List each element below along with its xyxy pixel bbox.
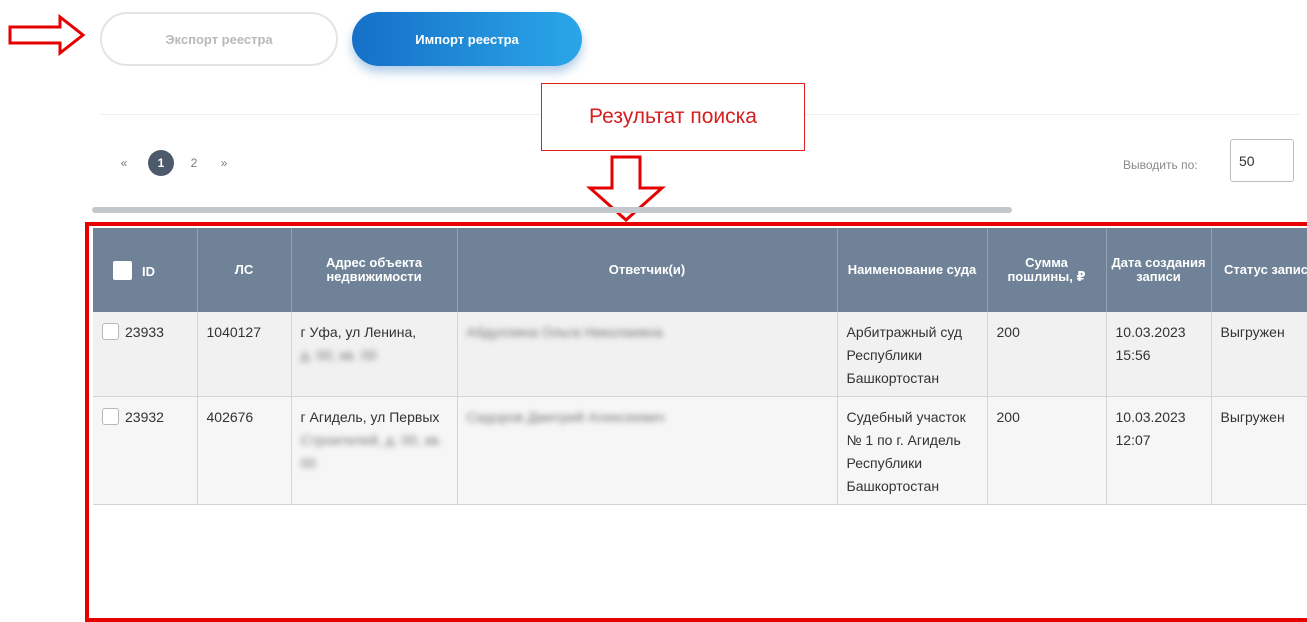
- created-date: 10.03.2023: [1115, 324, 1186, 340]
- address-redacted: д. 00, кв. 00: [300, 347, 377, 363]
- pagination-prev[interactable]: «: [114, 156, 134, 170]
- column-header-fee: Сумма пошлины, ₽: [987, 228, 1107, 312]
- cell-fee: 200: [987, 396, 1107, 505]
- per-page-input[interactable]: [1230, 139, 1294, 182]
- cell-respondent: Абдуллина Ольга Николаевна: [457, 312, 838, 397]
- annotation-arrow-down-icon: [586, 155, 666, 223]
- column-header-respondent: Ответчик(и): [457, 228, 838, 312]
- cell-id: 23933: [93, 312, 198, 397]
- column-header-created: Дата создания записи: [1106, 228, 1212, 312]
- column-header-status: Статус записи: [1211, 228, 1307, 312]
- pagination: « 1 2 »: [114, 150, 234, 176]
- column-header-id-label: ID: [142, 263, 155, 279]
- cell-status: Выгружен: [1211, 312, 1307, 397]
- table-row[interactable]: 23932 402676 г Агидель, ул Первых Строите…: [93, 396, 1307, 505]
- pagination-next[interactable]: »: [214, 156, 234, 170]
- cell-status: Выгружен: [1211, 396, 1307, 505]
- cell-fee: 200: [987, 312, 1107, 397]
- cell-created: 10.03.2023 15:56: [1106, 312, 1212, 397]
- created-time: 12:07: [1115, 432, 1151, 448]
- created-time: 15:56: [1115, 347, 1151, 363]
- cell-address: г Уфа, ул Ленина, д. 00, кв. 00: [291, 312, 458, 397]
- column-header-court: Наименование суда: [837, 228, 988, 312]
- row-id: 23933: [125, 324, 164, 340]
- column-header-ls: ЛС: [197, 228, 292, 312]
- cell-created: 10.03.2023 12:07: [1106, 396, 1212, 505]
- cell-id: 23932: [93, 396, 198, 505]
- row-checkbox[interactable]: [102, 408, 119, 425]
- annotation-arrow-right-icon: [8, 14, 86, 56]
- cell-ls: 1040127: [197, 312, 292, 397]
- per-page-label: Выводить по:: [1123, 158, 1198, 172]
- horizontal-scrollbar[interactable]: [92, 207, 1012, 213]
- column-header-address: Адрес объекта недвижимости: [291, 228, 458, 312]
- results-table-annotation-frame: ID ЛС Адрес объекта недвижимости Ответчи…: [85, 222, 1307, 622]
- export-registry-button[interactable]: Экспорт реестра: [100, 12, 338, 66]
- cell-respondent: Сидоров Дмитрий Алексеевич: [457, 396, 838, 505]
- address-text: г Уфа, ул Ленина,: [300, 324, 417, 340]
- table-header-row: ID ЛС Адрес объекта недвижимости Ответчи…: [93, 228, 1307, 312]
- address-redacted: Строителей, д. 00, кв. 00: [300, 432, 443, 471]
- pagination-page-2[interactable]: 2: [184, 156, 204, 170]
- respondent-redacted: Сидоров Дмитрий Алексеевич: [466, 409, 665, 425]
- respondent-redacted: Абдуллина Ольга Николаевна: [466, 324, 663, 340]
- cell-address: г Агидель, ул Первых Строителей, д. 00, к…: [291, 396, 458, 505]
- cell-ls: 402676: [197, 396, 292, 505]
- row-id: 23932: [125, 409, 164, 425]
- import-registry-button[interactable]: Импорт реестра: [352, 12, 582, 66]
- search-result-annotation: Результат поиска: [541, 83, 805, 151]
- results-table: ID ЛС Адрес объекта недвижимости Ответчи…: [93, 228, 1307, 505]
- address-text: г Агидель, ул Первых: [300, 409, 440, 425]
- created-date: 10.03.2023: [1115, 409, 1186, 425]
- column-header-id: ID: [93, 228, 198, 312]
- table-row[interactable]: 23933 1040127 г Уфа, ул Ленина, д. 00, кв…: [93, 312, 1307, 397]
- pagination-page-1[interactable]: 1: [148, 150, 174, 176]
- cell-court: Судебный участок № 1 по г. Агидель Респу…: [837, 396, 988, 505]
- cell-court: Арбитражный суд Республики Башкортостан: [837, 312, 988, 397]
- select-all-checkbox[interactable]: [113, 260, 132, 280]
- row-checkbox[interactable]: [102, 323, 119, 340]
